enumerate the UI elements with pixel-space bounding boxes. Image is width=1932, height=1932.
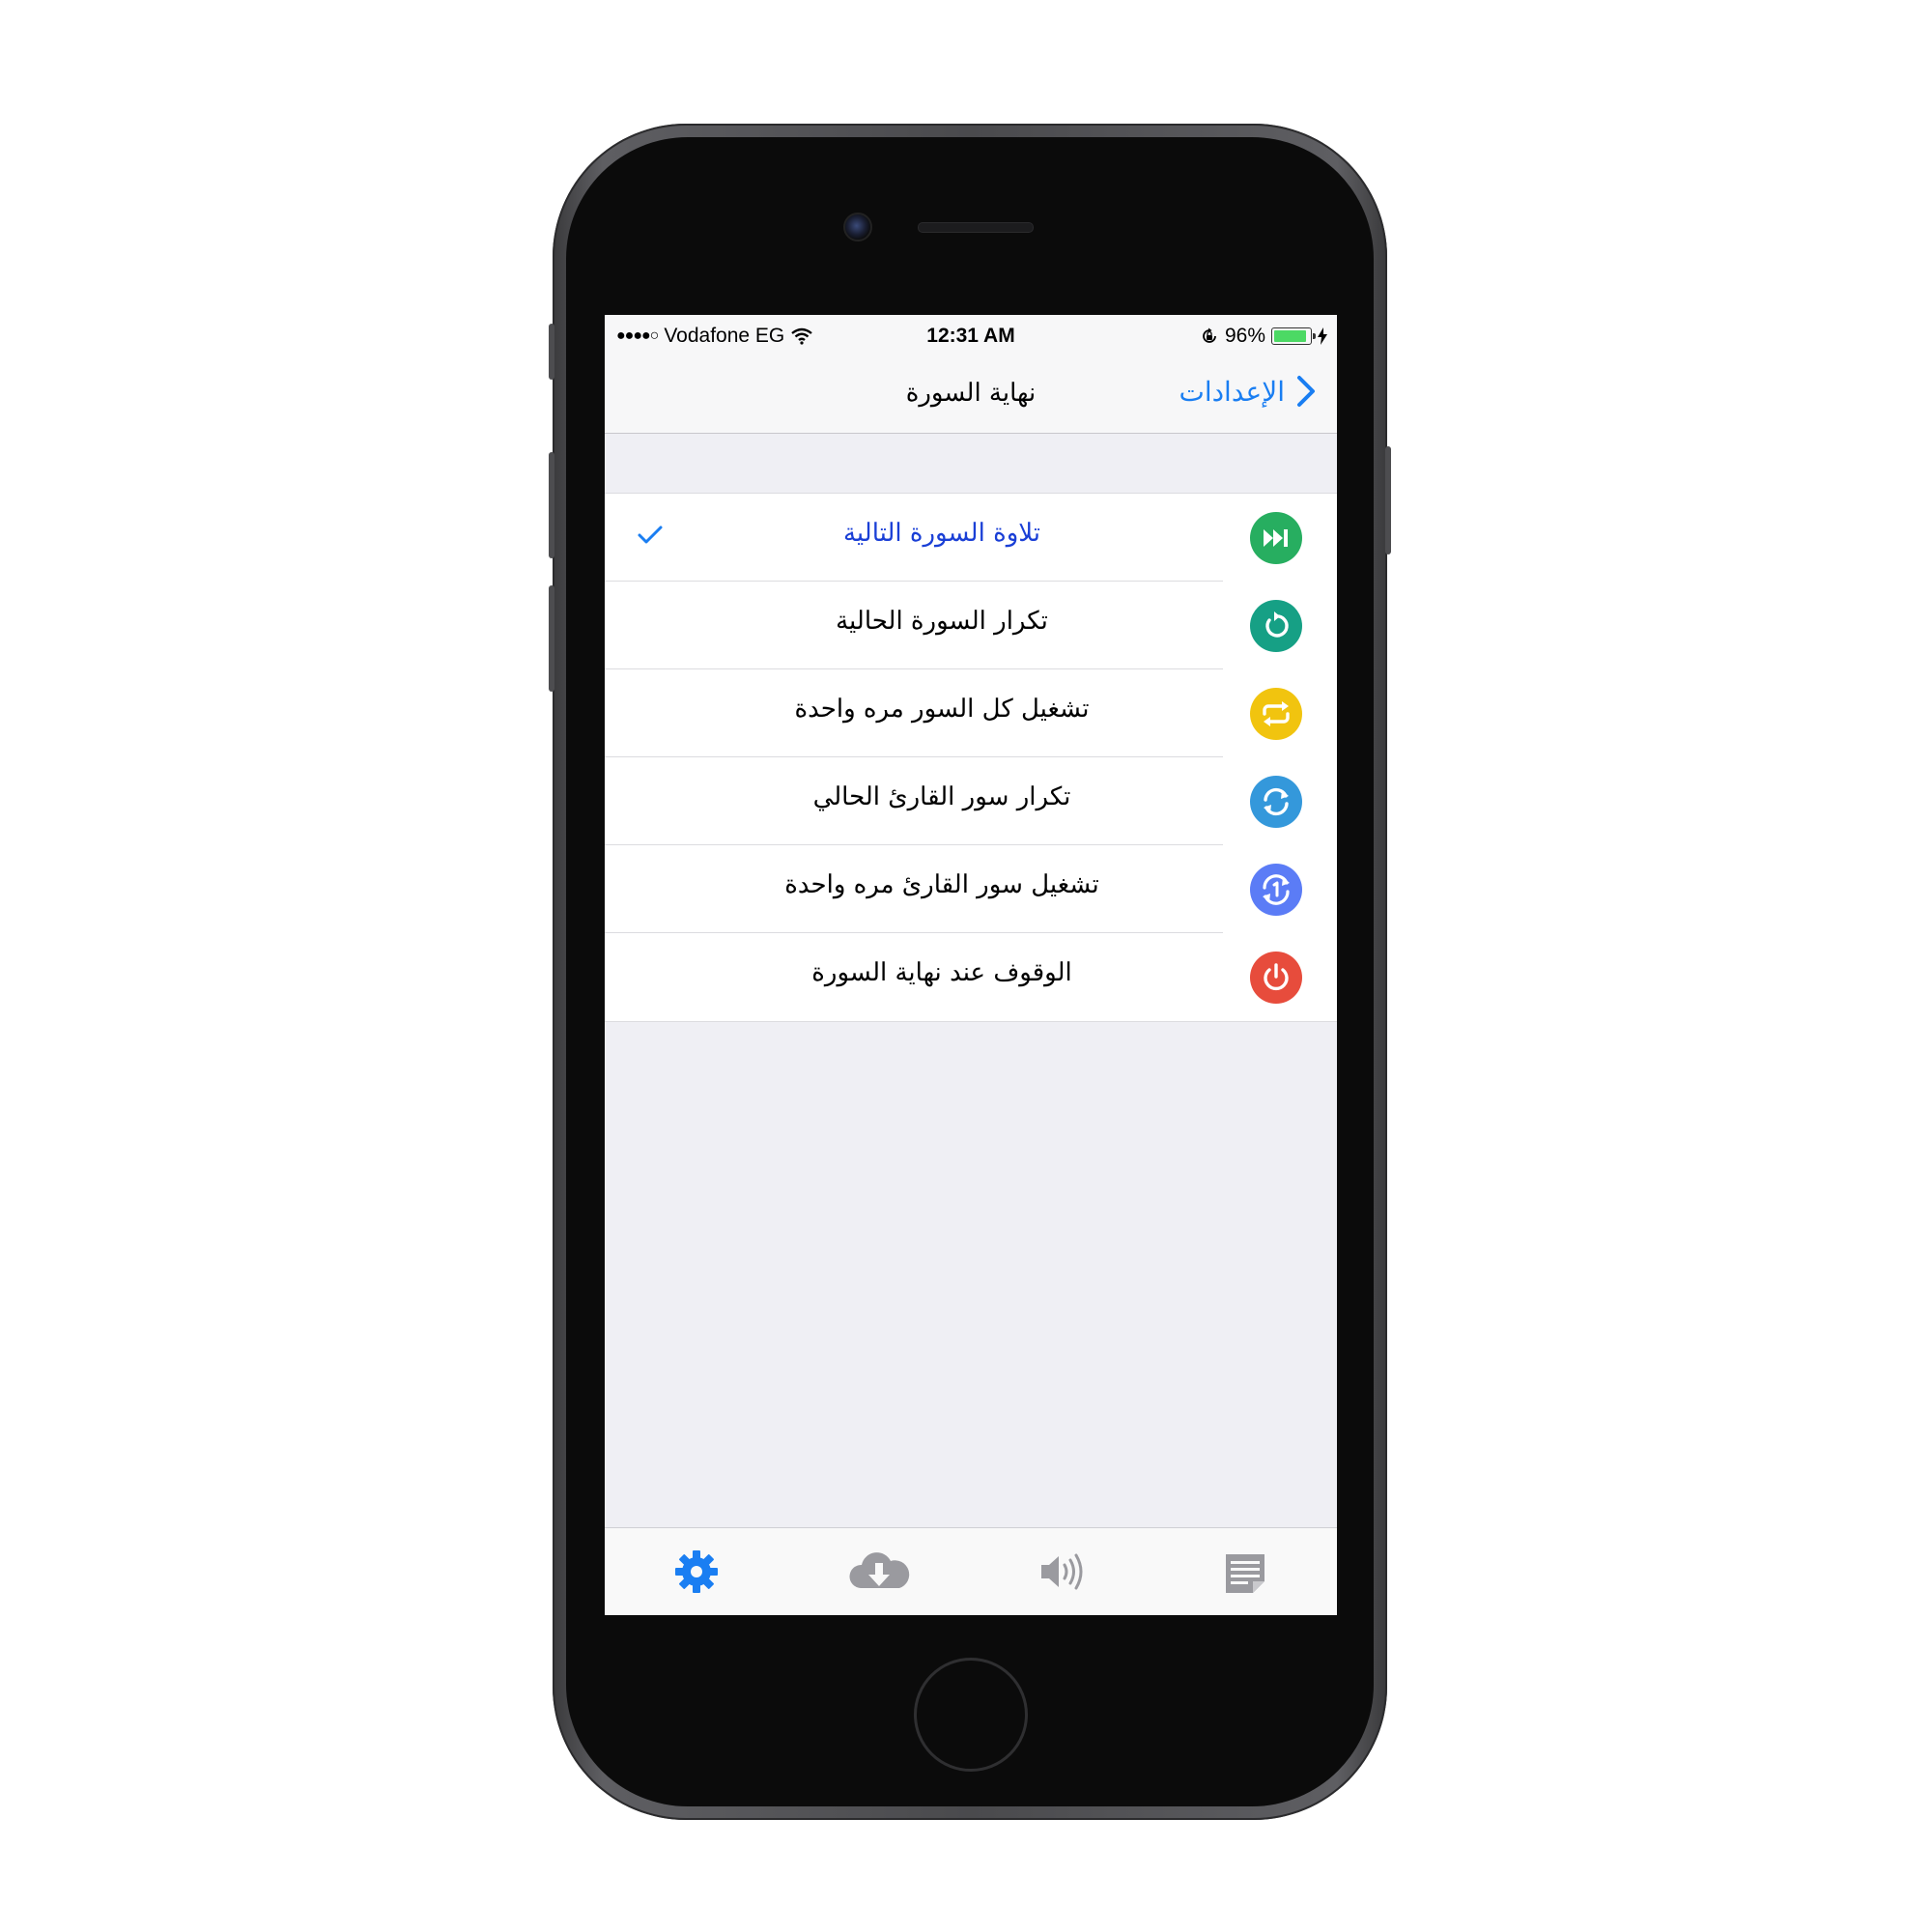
front-camera	[843, 213, 872, 242]
tab-settings[interactable]	[653, 1538, 740, 1605]
rotation-lock-icon	[1203, 327, 1216, 343]
gear-icon	[674, 1550, 718, 1593]
notes-icon	[1226, 1554, 1265, 1593]
option-row[interactable]: تكرار سور القارئ الحالي	[605, 757, 1337, 845]
tab-bar	[605, 1527, 1337, 1615]
option-row[interactable]: الوقوف عند نهاية السورة	[605, 933, 1337, 1021]
navigation-bar: نهاية السورة الإعدادات	[605, 357, 1337, 434]
battery-percent: 96%	[1224, 325, 1265, 347]
option-label: تلاوة السورة التالية	[842, 519, 1041, 548]
chevron-right-icon	[1297, 376, 1315, 407]
options-list: تلاوة السورة التالية تكرار السورة الحالي…	[605, 493, 1337, 1022]
charging-bolt-icon	[1318, 327, 1327, 345]
option-label: تشغيل كل السور مره واحدة	[794, 695, 1090, 724]
back-button[interactable]: الإعدادات	[1179, 375, 1316, 408]
battery-level	[1274, 330, 1306, 342]
option-label: الوقوف عند نهاية السورة	[811, 958, 1072, 987]
checkmark-icon	[638, 526, 663, 544]
tab-audio[interactable]	[1019, 1538, 1106, 1605]
fast-forward-icon	[1250, 512, 1302, 564]
option-label: تكرار السورة الحالية	[836, 607, 1048, 636]
screen: ●●●●○ Vodafone EG 12:31 AM 96% نهاية الس…	[605, 315, 1337, 1615]
battery-tip	[1313, 333, 1316, 339]
option-row[interactable]: تشغيل سور القارئ مره واحدة	[605, 845, 1337, 933]
back-button-label: الإعدادات	[1179, 375, 1285, 408]
earpiece-speaker	[918, 222, 1034, 233]
status-bar: ●●●●○ Vodafone EG 12:31 AM 96%	[605, 315, 1337, 357]
power-icon	[1250, 952, 1302, 1004]
speaker-icon	[1040, 1553, 1083, 1590]
tab-downloads[interactable]	[836, 1538, 923, 1605]
volume-up-button	[549, 452, 554, 558]
mute-switch	[549, 324, 554, 380]
undo-arrow-icon	[1250, 600, 1302, 652]
power-button	[1385, 446, 1391, 554]
repeat-once-icon	[1250, 864, 1302, 916]
option-label: تكرار سور القارئ الحالي	[812, 782, 1071, 811]
volume-down-button	[549, 585, 554, 692]
cloud-download-icon	[849, 1552, 910, 1588]
refresh-icon	[1250, 776, 1302, 828]
repeat-icon	[1250, 688, 1302, 740]
option-row[interactable]: تكرار السورة الحالية	[605, 582, 1337, 669]
option-row[interactable]: تشغيل كل السور مره واحدة	[605, 669, 1337, 757]
option-row[interactable]: تلاوة السورة التالية	[605, 494, 1337, 582]
status-right: 96%	[1200, 325, 1327, 348]
home-button[interactable]	[914, 1658, 1028, 1772]
battery-icon	[1271, 327, 1316, 345]
option-label: تشغيل سور القارئ مره واحدة	[784, 870, 1099, 899]
tab-notes[interactable]	[1202, 1538, 1289, 1605]
